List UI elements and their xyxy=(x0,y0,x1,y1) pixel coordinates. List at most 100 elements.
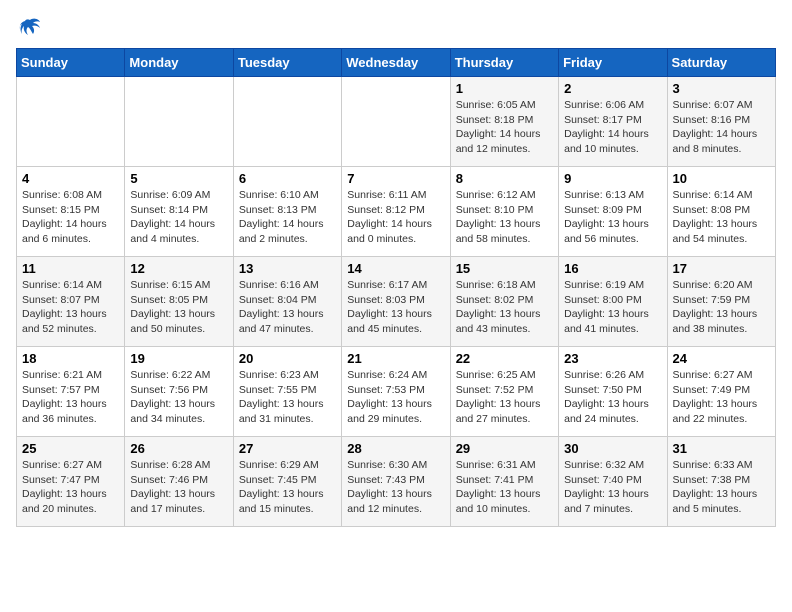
day-number: 5 xyxy=(130,171,227,186)
calendar-cell: 17 Sunrise: 6:20 AM Sunset: 7:59 PM Dayli… xyxy=(667,257,775,347)
calendar-cell: 19 Sunrise: 6:22 AM Sunset: 7:56 PM Dayli… xyxy=(125,347,233,437)
day-info: Sunrise: 6:30 AM Sunset: 7:43 PM Dayligh… xyxy=(347,458,444,517)
weekday-header-monday: Monday xyxy=(125,49,233,77)
calendar-week-3: 11 Sunrise: 6:14 AM Sunset: 8:07 PM Dayli… xyxy=(17,257,776,347)
day-info: Sunrise: 6:20 AM Sunset: 7:59 PM Dayligh… xyxy=(673,278,770,337)
day-info: Sunrise: 6:06 AM Sunset: 8:17 PM Dayligh… xyxy=(564,98,661,157)
calendar-week-5: 25 Sunrise: 6:27 AM Sunset: 7:47 PM Dayli… xyxy=(17,437,776,527)
day-info: Sunrise: 6:15 AM Sunset: 8:05 PM Dayligh… xyxy=(130,278,227,337)
page-header xyxy=(16,16,776,40)
day-info: Sunrise: 6:23 AM Sunset: 7:55 PM Dayligh… xyxy=(239,368,336,427)
day-number: 17 xyxy=(673,261,770,276)
day-info: Sunrise: 6:31 AM Sunset: 7:41 PM Dayligh… xyxy=(456,458,553,517)
calendar-cell: 15 Sunrise: 6:18 AM Sunset: 8:02 PM Dayli… xyxy=(450,257,558,347)
calendar-cell xyxy=(342,77,450,167)
calendar-body: 1 Sunrise: 6:05 AM Sunset: 8:18 PM Daylig… xyxy=(17,77,776,527)
calendar-table: SundayMondayTuesdayWednesdayThursdayFrid… xyxy=(16,48,776,527)
day-number: 22 xyxy=(456,351,553,366)
calendar-cell xyxy=(17,77,125,167)
day-number: 9 xyxy=(564,171,661,186)
calendar-cell: 13 Sunrise: 6:16 AM Sunset: 8:04 PM Dayli… xyxy=(233,257,341,347)
calendar-cell: 4 Sunrise: 6:08 AM Sunset: 8:15 PM Daylig… xyxy=(17,167,125,257)
weekday-header-friday: Friday xyxy=(559,49,667,77)
day-number: 14 xyxy=(347,261,444,276)
day-number: 15 xyxy=(456,261,553,276)
day-number: 11 xyxy=(22,261,119,276)
calendar-cell: 10 Sunrise: 6:14 AM Sunset: 8:08 PM Dayli… xyxy=(667,167,775,257)
calendar-week-2: 4 Sunrise: 6:08 AM Sunset: 8:15 PM Daylig… xyxy=(17,167,776,257)
calendar-cell: 11 Sunrise: 6:14 AM Sunset: 8:07 PM Dayli… xyxy=(17,257,125,347)
calendar-cell: 18 Sunrise: 6:21 AM Sunset: 7:57 PM Dayli… xyxy=(17,347,125,437)
calendar-cell: 7Sunrise: 6:11 AM Sunset: 8:12 PM Daylig… xyxy=(342,167,450,257)
day-info: Sunrise: 6:16 AM Sunset: 8:04 PM Dayligh… xyxy=(239,278,336,337)
calendar-cell: 1 Sunrise: 6:05 AM Sunset: 8:18 PM Daylig… xyxy=(450,77,558,167)
weekday-header-tuesday: Tuesday xyxy=(233,49,341,77)
day-number: 25 xyxy=(22,441,119,456)
day-number: 30 xyxy=(564,441,661,456)
day-info: Sunrise: 6:26 AM Sunset: 7:50 PM Dayligh… xyxy=(564,368,661,427)
calendar-cell: 12 Sunrise: 6:15 AM Sunset: 8:05 PM Dayli… xyxy=(125,257,233,347)
day-number: 4 xyxy=(22,171,119,186)
day-info: Sunrise: 6:18 AM Sunset: 8:02 PM Dayligh… xyxy=(456,278,553,337)
day-number: 18 xyxy=(22,351,119,366)
day-info: Sunrise: 6:33 AM Sunset: 7:38 PM Dayligh… xyxy=(673,458,770,517)
day-info: Sunrise: 6:25 AM Sunset: 7:52 PM Dayligh… xyxy=(456,368,553,427)
day-number: 2 xyxy=(564,81,661,96)
day-info: Sunrise: 6:29 AM Sunset: 7:45 PM Dayligh… xyxy=(239,458,336,517)
day-number: 21 xyxy=(347,351,444,366)
day-number: 10 xyxy=(673,171,770,186)
calendar-cell: 24Sunrise: 6:27 AM Sunset: 7:49 PM Dayli… xyxy=(667,347,775,437)
calendar-cell: 14 Sunrise: 6:17 AM Sunset: 8:03 PM Dayli… xyxy=(342,257,450,347)
logo xyxy=(16,16,42,40)
day-number: 13 xyxy=(239,261,336,276)
day-info: Sunrise: 6:14 AM Sunset: 8:08 PM Dayligh… xyxy=(673,188,770,247)
day-info: Sunrise: 6:24 AM Sunset: 7:53 PM Dayligh… xyxy=(347,368,444,427)
weekday-header-thursday: Thursday xyxy=(450,49,558,77)
calendar-cell: 27 Sunrise: 6:29 AM Sunset: 7:45 PM Dayli… xyxy=(233,437,341,527)
calendar-week-1: 1 Sunrise: 6:05 AM Sunset: 8:18 PM Daylig… xyxy=(17,77,776,167)
day-info: Sunrise: 6:21 AM Sunset: 7:57 PM Dayligh… xyxy=(22,368,119,427)
calendar-cell: 30 Sunrise: 6:32 AM Sunset: 7:40 PM Dayli… xyxy=(559,437,667,527)
calendar-cell: 6Sunrise: 6:10 AM Sunset: 8:13 PM Daylig… xyxy=(233,167,341,257)
day-number: 31 xyxy=(673,441,770,456)
calendar-cell: 20 Sunrise: 6:23 AM Sunset: 7:55 PM Dayli… xyxy=(233,347,341,437)
calendar-cell: 3 Sunrise: 6:07 AM Sunset: 8:16 PM Daylig… xyxy=(667,77,775,167)
weekday-header-sunday: Sunday xyxy=(17,49,125,77)
day-info: Sunrise: 6:12 AM Sunset: 8:10 PM Dayligh… xyxy=(456,188,553,247)
calendar-cell: 28Sunrise: 6:30 AM Sunset: 7:43 PM Dayli… xyxy=(342,437,450,527)
calendar-cell: 21 Sunrise: 6:24 AM Sunset: 7:53 PM Dayli… xyxy=(342,347,450,437)
day-info: Sunrise: 6:14 AM Sunset: 8:07 PM Dayligh… xyxy=(22,278,119,337)
day-number: 19 xyxy=(130,351,227,366)
day-info: Sunrise: 6:10 AM Sunset: 8:13 PM Dayligh… xyxy=(239,188,336,247)
day-number: 3 xyxy=(673,81,770,96)
calendar-cell xyxy=(233,77,341,167)
calendar-header-row: SundayMondayTuesdayWednesdayThursdayFrid… xyxy=(17,49,776,77)
day-info: Sunrise: 6:27 AM Sunset: 7:47 PM Dayligh… xyxy=(22,458,119,517)
calendar-cell: 22 Sunrise: 6:25 AM Sunset: 7:52 PM Dayli… xyxy=(450,347,558,437)
day-number: 24 xyxy=(673,351,770,366)
day-number: 27 xyxy=(239,441,336,456)
calendar-cell xyxy=(125,77,233,167)
day-info: Sunrise: 6:05 AM Sunset: 8:18 PM Dayligh… xyxy=(456,98,553,157)
day-number: 7 xyxy=(347,171,444,186)
day-number: 12 xyxy=(130,261,227,276)
day-info: Sunrise: 6:17 AM Sunset: 8:03 PM Dayligh… xyxy=(347,278,444,337)
day-number: 23 xyxy=(564,351,661,366)
day-number: 26 xyxy=(130,441,227,456)
day-number: 8 xyxy=(456,171,553,186)
day-number: 16 xyxy=(564,261,661,276)
day-info: Sunrise: 6:08 AM Sunset: 8:15 PM Dayligh… xyxy=(22,188,119,247)
day-number: 20 xyxy=(239,351,336,366)
day-info: Sunrise: 6:28 AM Sunset: 7:46 PM Dayligh… xyxy=(130,458,227,517)
day-info: Sunrise: 6:22 AM Sunset: 7:56 PM Dayligh… xyxy=(130,368,227,427)
day-info: Sunrise: 6:09 AM Sunset: 8:14 PM Dayligh… xyxy=(130,188,227,247)
calendar-cell: 8 Sunrise: 6:12 AM Sunset: 8:10 PM Daylig… xyxy=(450,167,558,257)
logo-bird-icon xyxy=(18,16,42,40)
day-info: Sunrise: 6:32 AM Sunset: 7:40 PM Dayligh… xyxy=(564,458,661,517)
calendar-cell: 9Sunrise: 6:13 AM Sunset: 8:09 PM Daylig… xyxy=(559,167,667,257)
calendar-cell: 23 Sunrise: 6:26 AM Sunset: 7:50 PM Dayli… xyxy=(559,347,667,437)
day-number: 1 xyxy=(456,81,553,96)
day-info: Sunrise: 6:07 AM Sunset: 8:16 PM Dayligh… xyxy=(673,98,770,157)
calendar-cell: 2 Sunrise: 6:06 AM Sunset: 8:17 PM Daylig… xyxy=(559,77,667,167)
day-info: Sunrise: 6:19 AM Sunset: 8:00 PM Dayligh… xyxy=(564,278,661,337)
